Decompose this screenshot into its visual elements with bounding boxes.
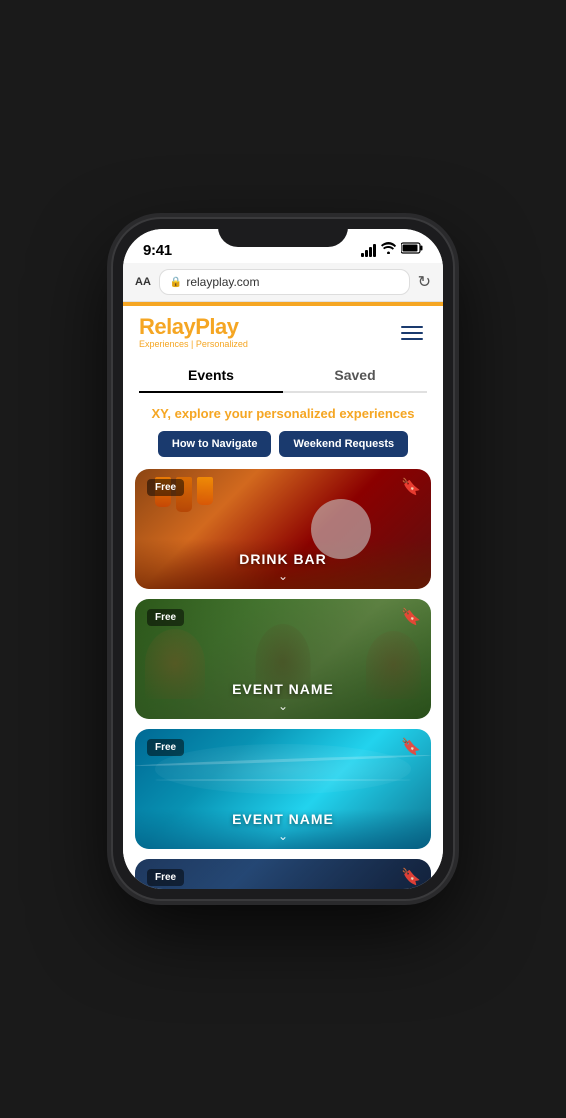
how-to-navigate-button[interactable]: How to Navigate <box>158 431 272 457</box>
event-card-4[interactable]: Free 🔖 EVENT NAME ⌄ <box>135 859 431 889</box>
card-bookmark-3[interactable]: 🔖 <box>401 737 421 757</box>
card-bookmark-2[interactable]: 🔖 <box>401 607 421 627</box>
event-card-2[interactable]: Free 🔖 EVENT NAME ⌄ <box>135 599 431 719</box>
card-free-badge-3: Free <box>147 739 184 756</box>
card-chevron-1: ⌄ <box>278 569 288 583</box>
logo-text: RelayPlay <box>139 316 248 338</box>
hamburger-menu-icon[interactable] <box>397 322 427 344</box>
browser-aa-text[interactable]: AA <box>135 276 151 288</box>
phone-screen: 9:41 <box>123 229 443 889</box>
card-title-2: EVENT NAME <box>135 681 431 697</box>
action-buttons: How to Navigate Weekend Requests <box>123 431 443 469</box>
personalized-text: XY, explore your personalized experience… <box>151 406 414 421</box>
card-title-drink-bar: DRINK BAR <box>135 551 431 567</box>
navigation-tabs: Events Saved <box>139 359 427 393</box>
reload-icon[interactable]: ↻ <box>418 272 431 292</box>
status-time: 9:41 <box>143 242 172 259</box>
card-free-badge-4: Free <box>147 869 184 886</box>
main-content: XY, explore your personalized experience… <box>123 393 443 889</box>
browser-url-text: relayplay.com <box>186 275 259 289</box>
event-cards: Free 🔖 DRINK BAR ⌄ Free <box>123 469 443 889</box>
event-card-3[interactable]: Free 🔖 EVENT NAME ⌄ <box>135 729 431 849</box>
card-title-3: EVENT NAME <box>135 811 431 827</box>
wifi-icon <box>381 241 396 259</box>
signal-icon <box>361 244 376 257</box>
card-bookmark-1[interactable]: 🔖 <box>401 477 421 497</box>
battery-icon <box>401 241 423 259</box>
weekend-requests-button[interactable]: Weekend Requests <box>279 431 408 457</box>
card-free-badge-2: Free <box>147 609 184 626</box>
status-icons <box>361 241 423 259</box>
header-top: RelayPlay Experiences | Personalized <box>139 316 427 349</box>
card-free-badge-1: Free <box>147 479 184 496</box>
tab-events[interactable]: Events <box>139 359 283 391</box>
lock-icon: 🔒 <box>170 277 182 288</box>
browser-bar: AA 🔒 relayplay.com ↻ <box>123 263 443 302</box>
phone-frame: 9:41 <box>113 219 453 899</box>
circular-overlay <box>311 499 371 559</box>
event-card-drink-bar[interactable]: Free 🔖 DRINK BAR ⌄ <box>135 469 431 589</box>
card-bookmark-4[interactable]: 🔖 <box>401 867 421 887</box>
app-header: RelayPlay Experiences | Personalized Eve… <box>123 306 443 393</box>
personalized-header: XY, explore your personalized experience… <box>123 393 443 431</box>
logo-tagline: Experiences | Personalized <box>139 339 248 349</box>
card-chevron-2: ⌄ <box>278 699 288 713</box>
notch <box>218 219 348 247</box>
card-chevron-3: ⌄ <box>278 829 288 843</box>
logo-area: RelayPlay Experiences | Personalized <box>139 316 248 349</box>
tab-saved[interactable]: Saved <box>283 359 427 391</box>
browser-url-bar[interactable]: 🔒 relayplay.com <box>159 269 410 295</box>
